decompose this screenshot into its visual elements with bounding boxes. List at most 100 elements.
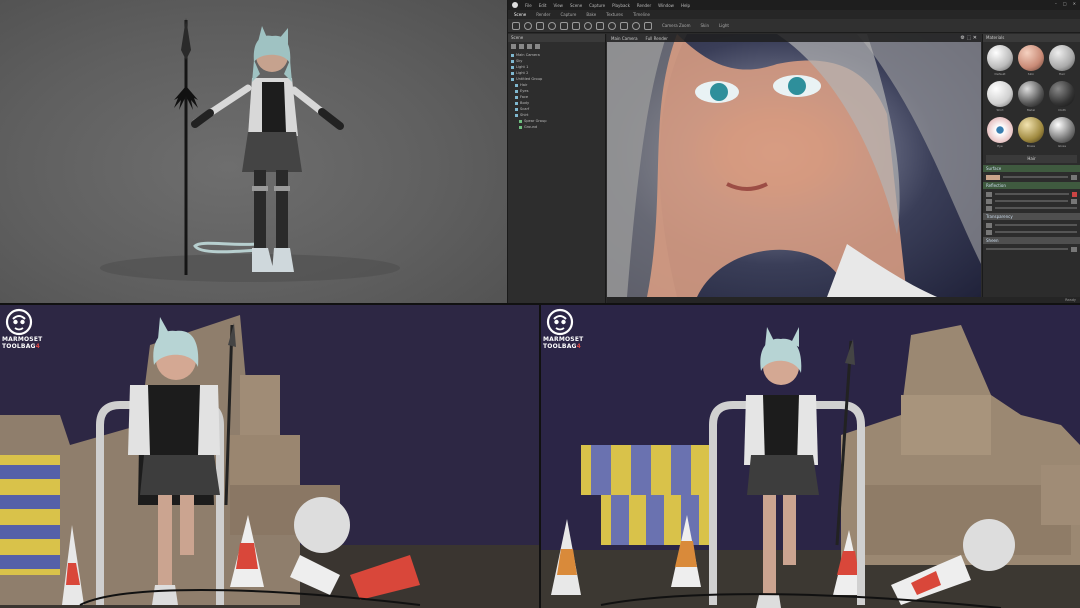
add-object-icon[interactable] (511, 43, 516, 49)
material-swatch[interactable]: Default (986, 45, 1014, 78)
slider[interactable] (995, 207, 1077, 209)
material-swatch[interactable]: Eye (986, 117, 1014, 150)
street-scene-render-left (0, 305, 539, 608)
property-row[interactable] (986, 198, 1077, 204)
window-controls: – □ ✕ (1055, 1, 1076, 6)
texture-slot[interactable] (986, 205, 992, 211)
brand-text-line2: TOOLBAG4 (2, 343, 41, 350)
group-tool-icon[interactable] (620, 21, 628, 30)
material-library: Default Skin Hair Shirt Metal Cloth Eye … (983, 42, 1080, 153)
menu-window[interactable]: Window (658, 3, 674, 8)
sky-tool-icon[interactable] (608, 21, 616, 30)
material-swatch[interactable]: Cloth (1048, 81, 1076, 114)
material-swatch[interactable]: Brass (1017, 117, 1045, 150)
tab-scene[interactable]: Scene (514, 12, 526, 17)
viewport-header: Main Camera Full Render (607, 34, 981, 42)
remove-icon[interactable] (1072, 191, 1077, 197)
mesh-tool-icon[interactable] (596, 21, 604, 30)
orbit-tool-icon[interactable] (524, 21, 532, 30)
picker-icon[interactable] (1071, 198, 1077, 204)
sky-icon (511, 59, 514, 63)
rotate-tool-icon[interactable] (548, 21, 556, 30)
delete-icon[interactable] (527, 43, 532, 49)
tab-capture[interactable]: Capture (560, 12, 576, 17)
selected-material-name[interactable]: Hair (986, 155, 1077, 163)
slider[interactable] (995, 193, 1069, 195)
menu-scene[interactable]: Scene (570, 3, 582, 8)
texture-slot[interactable] (986, 198, 992, 204)
light-tool-icon[interactable] (584, 21, 592, 30)
mesh-icon (519, 125, 522, 129)
slider[interactable] (1003, 176, 1068, 178)
menu-playback[interactable]: Playback (612, 3, 630, 8)
menu-help[interactable]: Help (681, 3, 690, 8)
property-row[interactable] (986, 174, 1077, 180)
toolbar-label-zoom: Camera Zoom (662, 23, 691, 28)
menu-file[interactable]: File (525, 3, 532, 8)
final-render-right: MARMOSET TOOLBAG4 (541, 305, 1080, 608)
property-row[interactable] (986, 246, 1077, 252)
property-row[interactable] (986, 191, 1077, 197)
material-panel-title: Materials (983, 34, 1080, 42)
menu-bar: File Edit View Scene Capture Playback Re… (508, 0, 1080, 10)
select-tool-icon[interactable] (512, 21, 520, 30)
tab-timeline[interactable]: Timeline (633, 12, 650, 17)
section-reflection[interactable]: Reflection (983, 182, 1080, 189)
tab-textures[interactable]: Textures (606, 12, 623, 17)
folder-icon[interactable] (535, 43, 540, 49)
texture-slot[interactable] (986, 191, 992, 197)
section-surface[interactable]: Surface (983, 165, 1080, 172)
screenshot-collage: File Edit View Scene Capture Playback Re… (0, 0, 1080, 608)
slider[interactable] (995, 231, 1077, 233)
close-icon[interactable]: ✕ (1073, 1, 1076, 6)
section-sheen[interactable]: Sheen (983, 237, 1080, 244)
viewport-render-mode[interactable]: Full Render (646, 36, 668, 41)
light-icon (511, 65, 514, 69)
menu-edit[interactable]: Edit (539, 3, 547, 8)
viewport-camera-select[interactable]: Main Camera (611, 36, 638, 41)
slider[interactable] (986, 248, 1068, 250)
material-swatch[interactable]: Hair (1048, 45, 1076, 78)
slider[interactable] (995, 224, 1077, 226)
material-swatch[interactable]: Shirt (986, 81, 1014, 114)
material-swatch[interactable]: Metal (1017, 81, 1045, 114)
picker-icon[interactable] (1071, 246, 1077, 252)
editor-window: File Edit View Scene Capture Playback Re… (508, 0, 1080, 304)
light-icon (511, 71, 514, 75)
property-row[interactable] (986, 222, 1077, 228)
material-swatch[interactable]: Skin (1017, 45, 1045, 78)
group-icon (511, 77, 514, 81)
duplicate-icon[interactable] (519, 43, 524, 49)
marmoset-watermark: MARMOSET TOOLBAG4 (2, 308, 42, 350)
tree-item[interactable]: Ground (511, 124, 605, 130)
scale-tool-icon[interactable] (560, 21, 568, 30)
camera-icon (511, 53, 514, 57)
street-scene-render-right (541, 305, 1080, 608)
render-viewport[interactable]: Main Camera Full Render ⚙ ⬚ ✕ (607, 34, 981, 297)
slider[interactable] (995, 200, 1068, 202)
tab-bake[interactable]: Bake (586, 12, 596, 17)
texture-slot[interactable] (986, 229, 992, 235)
color-swatch[interactable] (986, 174, 1000, 180)
material-swatch[interactable]: Gloss (1048, 117, 1076, 150)
tab-render[interactable]: Render (536, 12, 550, 17)
property-row[interactable] (986, 205, 1077, 211)
camera-tool-icon[interactable] (572, 21, 580, 30)
property-row[interactable] (986, 229, 1077, 235)
minimize-icon[interactable]: – (1055, 1, 1057, 6)
picker-icon[interactable] (1071, 174, 1077, 180)
maximize-icon[interactable]: □ (1063, 1, 1067, 6)
viewport-controls[interactable]: ⚙ ⬚ ✕ (960, 35, 977, 41)
menu-render[interactable]: Render (637, 3, 651, 8)
move-tool-icon[interactable] (536, 21, 544, 30)
texture-slot[interactable] (986, 222, 992, 228)
menu-view[interactable]: View (553, 3, 563, 8)
face-closeup-render (607, 34, 981, 297)
vertical-divider (539, 304, 541, 608)
render-tool-icon[interactable] (644, 21, 652, 30)
app-logo-icon (512, 2, 518, 8)
menu-capture[interactable]: Capture (589, 3, 605, 8)
section-transparency[interactable]: Transparency (983, 213, 1080, 220)
mesh-icon (515, 89, 518, 93)
material-tool-icon[interactable] (632, 21, 640, 30)
